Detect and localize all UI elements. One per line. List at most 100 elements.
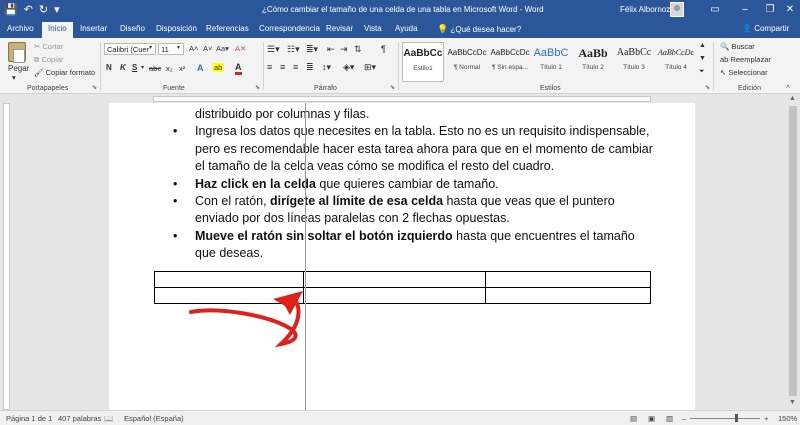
style-estilo1[interactable]: AaBbCc Estilo1 xyxy=(402,42,444,82)
format-painter-button[interactable]: 🖌 Copiar formato xyxy=(34,68,95,77)
grow-font-icon[interactable]: A˄ xyxy=(189,44,198,53)
tell-me-search[interactable]: 💡 ¿Qué desea hacer? xyxy=(437,24,521,35)
zoom-out-button[interactable]: – xyxy=(682,414,686,423)
vertical-ruler[interactable] xyxy=(0,103,13,410)
font-color-icon[interactable]: A xyxy=(235,62,242,75)
style-titulo-3[interactable]: AaBbCc Título 3 xyxy=(613,42,655,82)
tab-archivo[interactable]: Archivo xyxy=(7,24,34,33)
strikethrough-button[interactable]: abc xyxy=(149,64,161,73)
redo-icon[interactable]: ↻ xyxy=(39,3,48,17)
collapse-ribbon-icon[interactable]: ˄ xyxy=(786,84,790,91)
proofing-icon[interactable]: 📖 xyxy=(104,414,113,423)
style-sin-espaciado[interactable]: AaBbCcDc ¶ Sin espa... xyxy=(489,42,531,82)
text-effects-icon[interactable]: A xyxy=(197,63,204,73)
multilevel-list-icon[interactable]: ≣▾ xyxy=(306,44,318,55)
paste-button[interactable]: Pegar xyxy=(8,64,29,73)
decrease-indent-icon[interactable]: ⇤ xyxy=(327,44,335,55)
zoom-slider[interactable] xyxy=(690,418,760,419)
word-count[interactable]: 407 palabras xyxy=(58,414,101,423)
copy-button[interactable]: ⧉ Copiar xyxy=(34,55,64,65)
ribbon-display-options-icon[interactable]: ▭ xyxy=(700,0,730,20)
select-button[interactable]: ↖ Seleccionar xyxy=(720,68,768,77)
red-arrow-annotation xyxy=(189,291,303,348)
scrollbar-thumb[interactable] xyxy=(789,106,797,396)
print-layout-icon[interactable]: ▣ xyxy=(648,414,655,423)
find-button[interactable]: 🔍 Buscar xyxy=(720,42,755,51)
styles-scroll-up-icon[interactable]: ▲ xyxy=(699,42,706,49)
shrink-font-icon[interactable]: A˅ xyxy=(203,44,212,53)
style-sample: AaBbCcDc xyxy=(658,48,694,57)
paste-dropdown-icon[interactable]: ▾ xyxy=(12,73,16,82)
horizontal-ruler[interactable] xyxy=(0,94,800,103)
replace-button[interactable]: ab Reemplazar xyxy=(720,55,771,64)
font-name-chevron-down-icon[interactable]: ▾ xyxy=(149,44,152,51)
underline-chevron-down-icon[interactable]: ▾ xyxy=(141,64,144,71)
tab-ayuda[interactable]: Ayuda xyxy=(395,24,418,33)
share-button[interactable]: 👤 Compartir xyxy=(742,24,789,33)
web-layout-icon[interactable]: ▥ xyxy=(666,414,673,423)
align-left-icon[interactable]: ≡ xyxy=(267,62,272,72)
justify-icon[interactable]: ≣ xyxy=(306,62,314,73)
close-button[interactable]: ✕ xyxy=(775,0,800,20)
superscript-button[interactable]: x² xyxy=(179,64,185,73)
bullets-icon[interactable]: ☰▾ xyxy=(267,44,280,55)
subscript-button[interactable]: x₂ xyxy=(166,64,173,73)
style-titulo-4[interactable]: AaBbCcDc Título 4 xyxy=(655,42,697,82)
tab-insertar[interactable]: Insertar xyxy=(80,24,107,33)
page-count[interactable]: Página 1 de 1 xyxy=(6,414,52,423)
tab-correspondencia[interactable]: Correspondencia xyxy=(259,24,320,33)
zoom-slider-thumb[interactable] xyxy=(735,414,738,422)
zoom-level[interactable]: 150% xyxy=(778,414,797,423)
tab-disposicion[interactable]: Disposición xyxy=(156,24,197,33)
style-normal[interactable]: AaBbCcDc ¶ Normal xyxy=(446,42,488,82)
font-size-dropdown[interactable]: 11 xyxy=(158,43,184,55)
paste-icon[interactable] xyxy=(8,42,26,63)
align-center-icon[interactable]: ≡ xyxy=(280,62,285,72)
sort-icon[interactable]: ⇅ xyxy=(354,44,362,55)
cut-button[interactable]: ✂ Cortar xyxy=(34,42,63,51)
clear-formatting-icon[interactable]: A✕ xyxy=(235,44,246,53)
customize-toolbar-icon[interactable]: ▾ xyxy=(54,3,60,17)
style-titulo-2[interactable]: AaBb Título 2 xyxy=(572,42,614,82)
change-case-icon[interactable]: Aa▾ xyxy=(216,44,229,53)
style-name: Título 1 xyxy=(540,64,562,71)
numbering-icon[interactable]: ☷▾ xyxy=(287,44,300,55)
styles-more-icon[interactable]: ⏷ xyxy=(699,68,705,76)
font-size-chevron-down-icon[interactable]: ▾ xyxy=(177,44,180,51)
undo-icon[interactable]: ↶ xyxy=(24,3,33,17)
editing-group-label: Edición xyxy=(738,85,761,92)
tab-diseno[interactable]: Diseño xyxy=(120,24,145,33)
shading-icon[interactable]: ◈▾ xyxy=(343,62,354,73)
user-name[interactable]: Félix Albornoz xyxy=(620,5,670,14)
share-label: Compartir xyxy=(754,24,790,33)
paragraph-launcher-icon[interactable]: ⬊ xyxy=(390,84,395,91)
tab-revisar[interactable]: Revisar xyxy=(326,24,353,33)
read-mode-icon[interactable]: ▤ xyxy=(630,414,637,423)
ruler-track xyxy=(3,103,10,410)
save-icon[interactable]: 💾 xyxy=(4,3,18,17)
zoom-in-button[interactable]: + xyxy=(764,414,768,423)
scroll-up-icon[interactable]: ▲ xyxy=(789,95,796,102)
clipboard-launcher-icon[interactable]: ⬊ xyxy=(92,84,97,91)
styles-launcher-icon[interactable]: ⬊ xyxy=(705,84,710,91)
tab-referencias[interactable]: Referencias xyxy=(206,24,249,33)
borders-icon[interactable]: ⊞▾ xyxy=(364,62,376,73)
avatar[interactable] xyxy=(670,2,684,17)
font-launcher-icon[interactable]: ⬊ xyxy=(255,84,260,91)
vertical-scrollbar[interactable]: ▲ ▼ xyxy=(786,94,800,410)
line-spacing-icon[interactable]: ↕▾ xyxy=(322,62,331,73)
scroll-down-icon[interactable]: ▼ xyxy=(789,399,796,406)
language-status[interactable]: Español (España) xyxy=(124,414,184,423)
document-page[interactable]: distribuido por columnas y filas. • Ingre… xyxy=(109,103,695,410)
align-right-icon[interactable]: ≡ xyxy=(293,62,298,72)
styles-scroll-down-icon[interactable]: ▼ xyxy=(699,55,706,62)
underline-button[interactable]: S xyxy=(132,63,137,72)
tab-inicio[interactable]: Inicio xyxy=(42,22,73,38)
italic-button[interactable]: K xyxy=(120,63,126,72)
highlight-icon[interactable]: ab xyxy=(213,63,224,72)
pilcrow-icon[interactable]: ¶ xyxy=(381,44,386,54)
increase-indent-icon[interactable]: ⇥ xyxy=(340,44,348,55)
style-titulo-1[interactable]: AaBbC Título 1 xyxy=(530,42,572,82)
bold-button[interactable]: N xyxy=(106,63,112,72)
tab-vista[interactable]: Vista xyxy=(364,24,382,33)
